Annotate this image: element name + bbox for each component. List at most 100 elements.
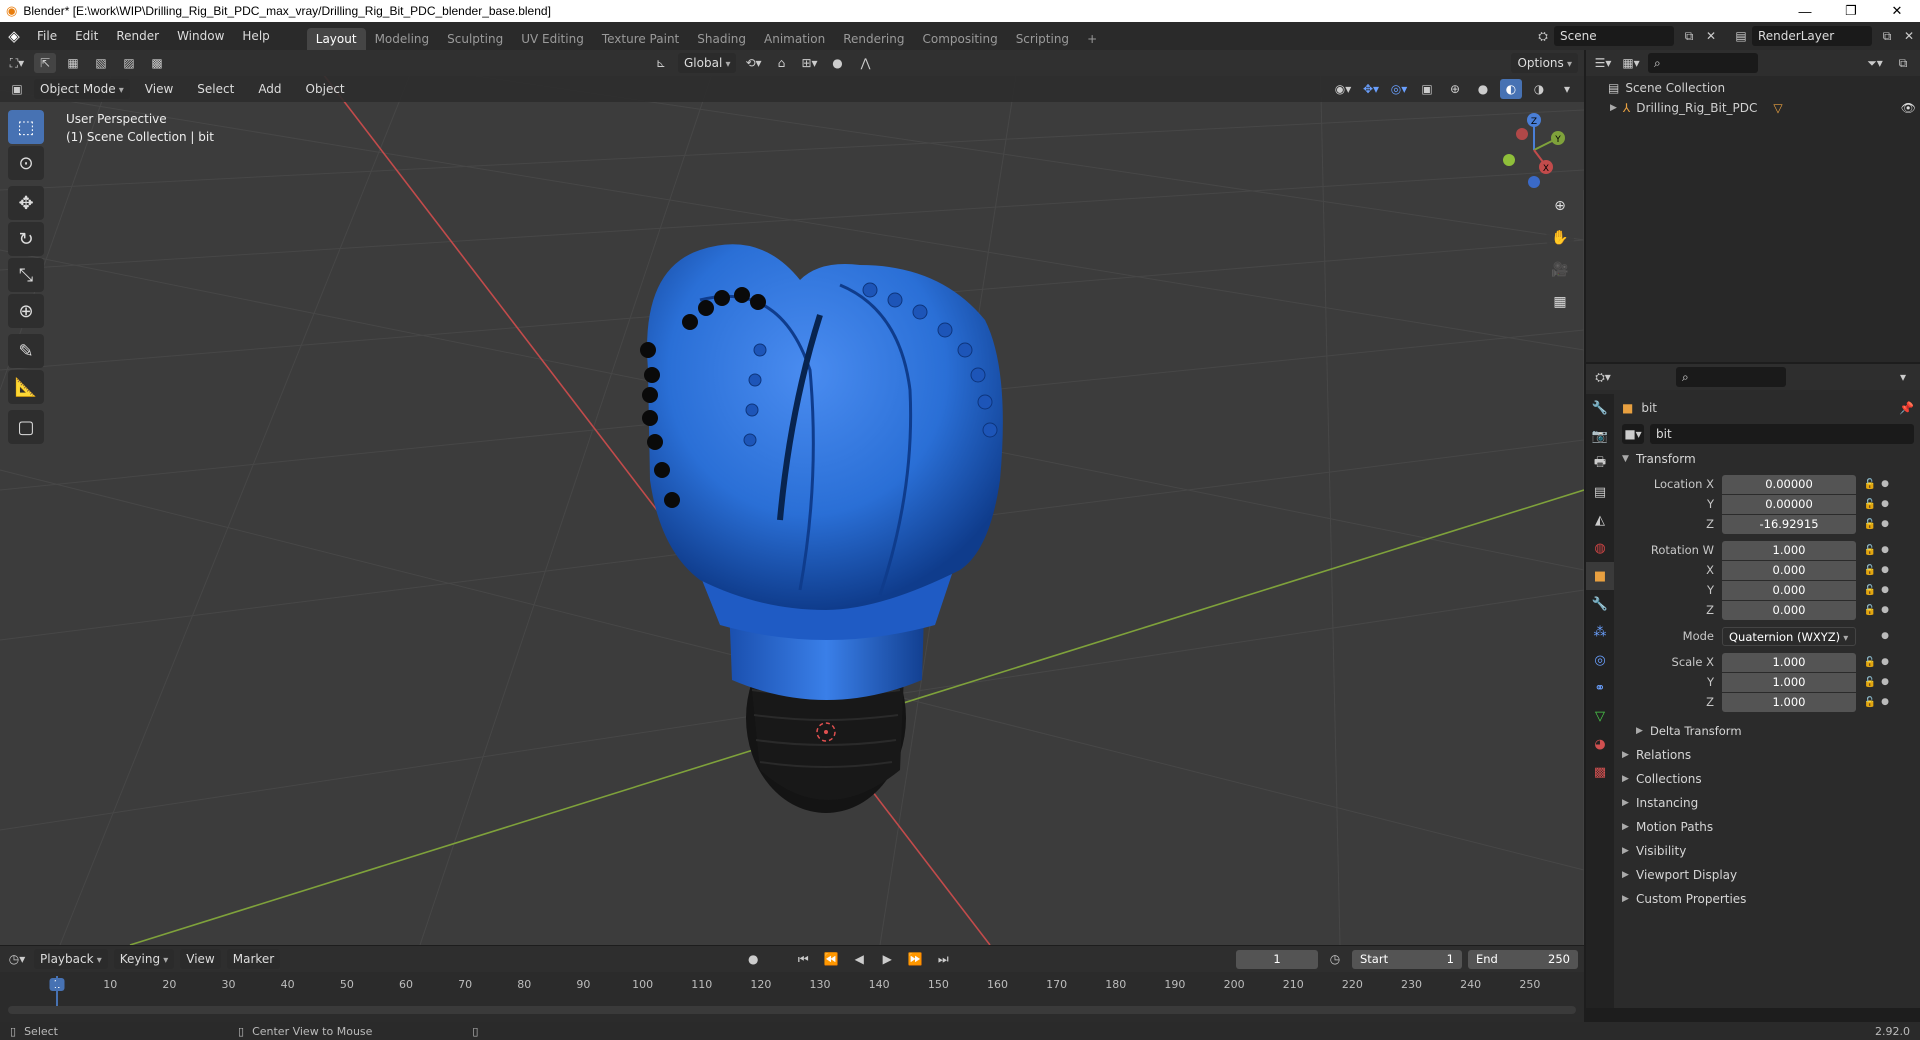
maximize-button[interactable]: ❐ <box>1828 3 1874 19</box>
marker-menu[interactable]: Marker <box>226 949 281 969</box>
properties-search-input[interactable]: ⌕ <box>1676 367 1786 387</box>
display-mode-icon[interactable]: ▦▾ <box>1620 53 1642 73</box>
selection-extend-icon[interactable]: ▧ <box>90 53 112 73</box>
pivot-icon[interactable]: ⟲▾ <box>742 53 764 73</box>
lock-icon[interactable]: 🔓 <box>1862 585 1878 596</box>
delete-layer-icon[interactable]: ✕ <box>1898 26 1920 46</box>
panel-motion-paths[interactable]: ▶ Motion Paths <box>1622 816 1914 838</box>
tab-shading[interactable]: Shading <box>688 28 755 50</box>
select-box-tool[interactable]: ⬚ <box>8 110 44 144</box>
add-cube-tool[interactable]: ▢ <box>8 410 44 444</box>
texture-tab-icon[interactable]: ▩ <box>1586 758 1614 786</box>
scene-field[interactable]: Scene <box>1554 26 1674 46</box>
timeline-editor-icon[interactable]: ◷▾ <box>6 949 28 969</box>
view-menu[interactable]: View <box>180 949 221 969</box>
lock-icon[interactable]: 🔓 <box>1862 499 1878 510</box>
scene-icon[interactable]: ⛭ <box>1532 26 1554 46</box>
jump-end-icon[interactable]: ⏭ <box>932 949 954 969</box>
options-dropdown[interactable]: Options <box>1511 53 1578 73</box>
gizmo-toggle-icon[interactable]: ✥▾ <box>1360 79 1382 99</box>
clock-icon[interactable]: ◷ <box>1324 949 1346 969</box>
playback-menu[interactable]: Playback <box>34 949 108 969</box>
menu-edit[interactable]: Edit <box>66 22 107 50</box>
object-tab-icon[interactable]: ■ <box>1586 562 1614 590</box>
lock-icon[interactable]: 🔓 <box>1862 545 1878 556</box>
panel-collections[interactable]: ▶ Collections <box>1622 768 1914 790</box>
physics-tab-icon[interactable]: ◎ <box>1586 646 1614 674</box>
keyframe-dot-icon[interactable]: ● <box>1878 697 1892 707</box>
world-tab-icon[interactable]: ◍ <box>1586 534 1614 562</box>
cursor-tool[interactable]: ⊙ <box>8 146 44 180</box>
lock-icon[interactable]: 🔓 <box>1862 677 1878 688</box>
ortho-grid-icon[interactable]: ▦ <box>1546 288 1574 316</box>
panel-custom-properties[interactable]: ▶ Custom Properties <box>1622 888 1914 910</box>
location-x-field[interactable]: 0.00000 <box>1722 474 1856 494</box>
zoom-icon[interactable]: ⊕ <box>1546 192 1574 220</box>
keyframe-dot-icon[interactable]: ● <box>1878 677 1892 687</box>
orientation-dropdown[interactable]: Global <box>678 53 737 73</box>
output-tab-icon[interactable]: 🖶 <box>1586 450 1614 478</box>
menu-view[interactable]: View <box>136 79 182 99</box>
navigation-gizmo[interactable]: Z Y X <box>1494 110 1574 190</box>
lock-icon[interactable]: 🔓 <box>1862 519 1878 530</box>
falloff-icon[interactable]: ⋀ <box>854 53 876 73</box>
rotation-w-field[interactable]: 1.000 <box>1722 540 1856 560</box>
rotation-y-field[interactable]: 0.000 <box>1722 580 1856 600</box>
scale-z-field[interactable]: 1.000 <box>1722 692 1856 712</box>
outliner-editor-icon[interactable]: ☰▾ <box>1592 53 1614 73</box>
snap-icon[interactable]: ⌂ <box>770 53 792 73</box>
timeline-scrollbar[interactable] <box>8 1006 1576 1014</box>
overlay-toggle-icon[interactable]: ◎▾ <box>1388 79 1410 99</box>
expand-arrow-icon[interactable]: ▶ <box>1610 103 1617 113</box>
new-collection-icon[interactable]: ⧉ <box>1892 53 1914 73</box>
xray-toggle-icon[interactable]: ▣ <box>1416 79 1438 99</box>
select-mode-icon[interactable]: ⇱ <box>34 53 56 73</box>
panel-instancing[interactable]: ▶ Instancing <box>1622 792 1914 814</box>
rotation-mode-dropdown[interactable]: Quaternion (WXYZ) <box>1722 626 1856 646</box>
menu-window[interactable]: Window <box>168 22 233 50</box>
tab-uv-editing[interactable]: UV Editing <box>512 28 593 50</box>
menu-add[interactable]: Add <box>249 79 290 99</box>
editor-type-icon[interactable]: ⛶▾ <box>6 53 28 73</box>
material-tab-icon[interactable]: ◕ <box>1586 730 1614 758</box>
tab-sculpting[interactable]: Sculpting <box>438 28 512 50</box>
proportional-edit-icon[interactable]: ● <box>826 53 848 73</box>
render-layer-field[interactable]: RenderLayer <box>1752 26 1872 46</box>
menu-file[interactable]: File <box>28 22 66 50</box>
close-button[interactable]: ✕ <box>1874 3 1920 19</box>
filter-icon[interactable]: ⏷▾ <box>1864 53 1886 73</box>
rotation-z-field[interactable]: 0.000 <box>1722 600 1856 620</box>
render-layer-icon[interactable]: ▤ <box>1730 26 1752 46</box>
snap-target-icon[interactable]: ⊞▾ <box>798 53 820 73</box>
selection-invert-icon[interactable]: ▩ <box>146 53 168 73</box>
keyframe-dot-icon[interactable]: ● <box>1878 657 1892 667</box>
lock-icon[interactable]: 🔓 <box>1862 565 1878 576</box>
tab-texture-paint[interactable]: Texture Paint <box>593 28 688 50</box>
constraints-tab-icon[interactable]: ⚭ <box>1586 674 1614 702</box>
timeline[interactable]: ◷▾ Playback Keying View Marker ● ⏮ ⏪ ◀ ▶… <box>0 946 1584 1022</box>
render-tab-icon[interactable]: 📷 <box>1586 422 1614 450</box>
location-y-field[interactable]: 0.00000 <box>1722 494 1856 514</box>
blender-logo-icon[interactable]: ◈ <box>0 27 28 45</box>
jump-keyframe-back-icon[interactable]: ⏪ <box>820 949 842 969</box>
object-mode-dropdown[interactable]: Object Mode <box>34 79 130 99</box>
rotate-tool[interactable]: ↻ <box>8 222 44 256</box>
selection-subtract-icon[interactable]: ▨ <box>118 53 140 73</box>
auto-keying-icon[interactable]: ● <box>742 949 764 969</box>
location-z-field[interactable]: -16.92915 <box>1722 514 1856 534</box>
keyframe-dot-icon[interactable]: ● <box>1878 479 1892 489</box>
move-tool[interactable]: ✥ <box>8 186 44 220</box>
3d-viewport[interactable]: ⛶ Object Mode View Select Add Object ◉ ✥… <box>0 50 1584 945</box>
rotation-x-field[interactable]: 0.000 <box>1722 560 1856 580</box>
modifier-tab-icon[interactable]: 🔧 <box>1586 590 1614 618</box>
timeline-ruler[interactable]: 1102030405060708090100110120130140150160… <box>8 974 1576 1000</box>
keyframe-dot-icon[interactable]: ● <box>1878 545 1892 555</box>
scale-tool[interactable]: ⤡ <box>8 258 44 292</box>
new-scene-icon[interactable]: ⧉ <box>1678 26 1700 46</box>
data-tab-icon[interactable]: ▽ <box>1586 702 1614 730</box>
lock-icon[interactable]: 🔓 <box>1862 479 1878 490</box>
wireframe-shading-icon[interactable]: ⊕ <box>1444 79 1466 99</box>
properties-editor-icon[interactable]: ⛭▾ <box>1592 367 1614 387</box>
particles-tab-icon[interactable]: ⁂ <box>1586 618 1614 646</box>
scale-y-field[interactable]: 1.000 <box>1722 672 1856 692</box>
